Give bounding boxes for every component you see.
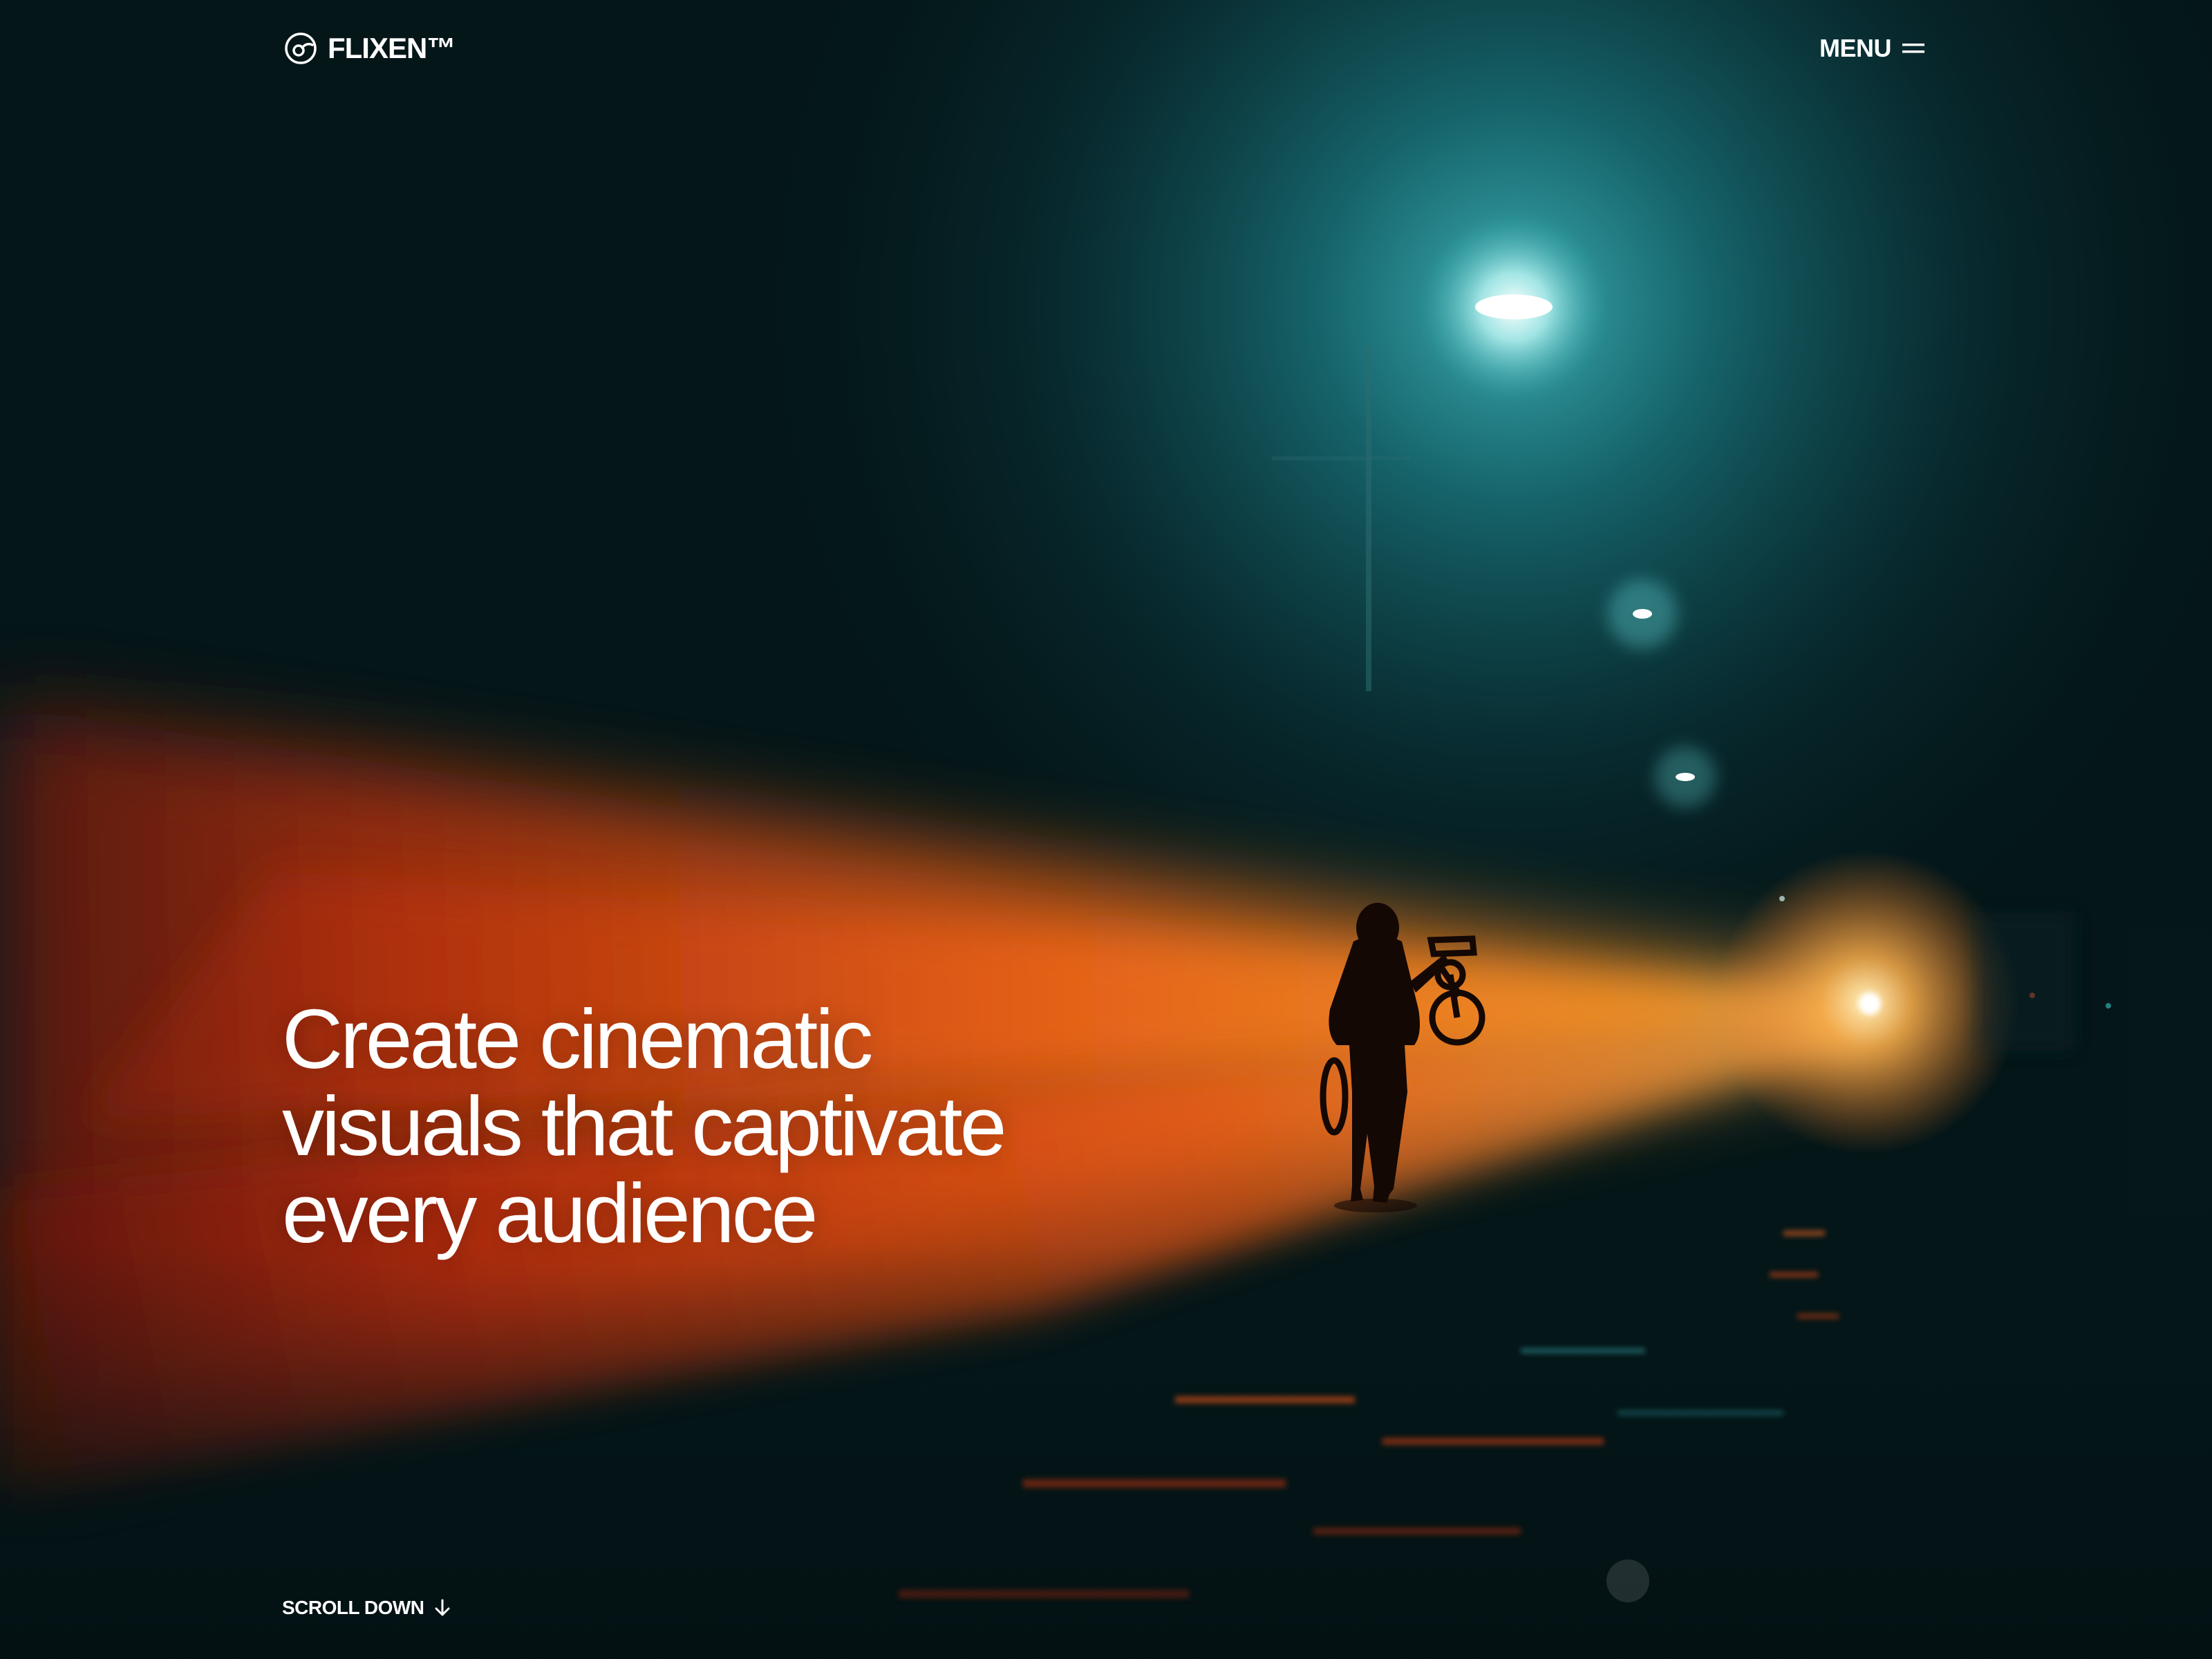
scroll-indicator-dot — [1606, 1559, 1649, 1602]
hero-headline-line-3: every audience — [282, 1166, 818, 1260]
hero-background-image — [0, 0, 2212, 1659]
hero-headline-line-2: visuals that captivate — [282, 1079, 1007, 1173]
scroll-down-label: SCROLL DOWN — [282, 1597, 424, 1618]
scroll-down-link[interactable]: SCROLL DOWN — [282, 1594, 451, 1622]
brand-logo-link[interactable]: FLIXEN™ — [283, 29, 456, 68]
hero-headline: Create cinematic visuals that captivate … — [282, 995, 1181, 1257]
flixen-logo-icon — [285, 32, 317, 64]
hero-headline-line-1: Create cinematic — [282, 992, 873, 1086]
brand-name: FLIXEN™ — [328, 32, 456, 64]
hamburger-icon — [1902, 44, 1924, 53]
menu-label: MENU — [1819, 34, 1892, 62]
site-header: FLIXEN™ MENU — [0, 0, 2212, 97]
arrow-down-icon — [435, 1599, 450, 1616]
menu-button[interactable]: MENU — [1819, 29, 1924, 68]
